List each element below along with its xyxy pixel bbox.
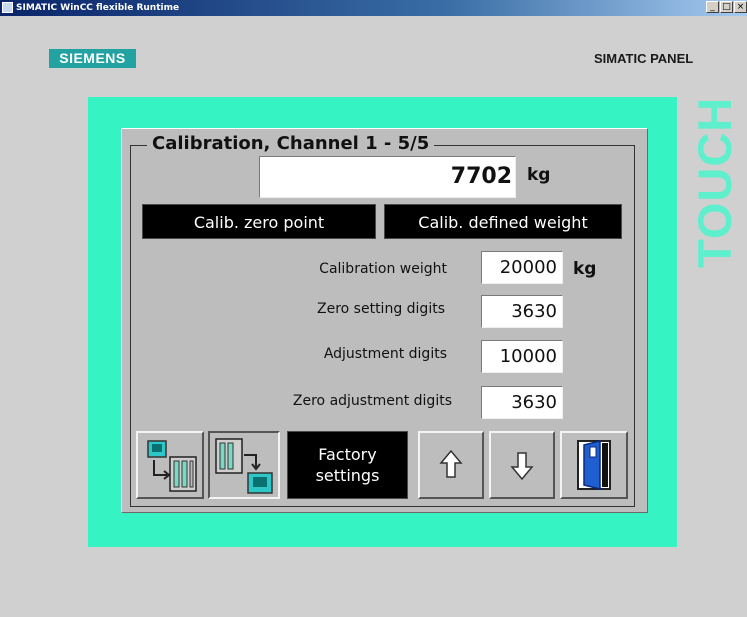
window-controls: _ □ ×	[705, 1, 747, 15]
upload-from-device-icon	[215, 438, 273, 494]
upload-from-device-button[interactable]	[208, 431, 280, 499]
calib-zero-point-button[interactable]: Calib. zero point	[142, 204, 376, 239]
maximize-button[interactable]: □	[720, 1, 733, 13]
group-border-right	[634, 145, 635, 507]
panel-label: SIMATIC PANEL	[594, 51, 694, 66]
download-to-device-icon	[147, 440, 197, 492]
exit-button[interactable]	[560, 431, 628, 499]
minimize-button[interactable]: _	[706, 1, 719, 13]
calibration-weight-field[interactable]: 20000	[481, 251, 563, 284]
window-title: SIMATIC WinCC flexible Runtime	[16, 3, 180, 13]
scroll-up-button[interactable]	[418, 431, 484, 499]
zero-adjustment-digits-field: 3630	[481, 386, 563, 419]
adjustment-digits-label: Adjustment digits	[323, 346, 447, 362]
zero-setting-digits-field: 3630	[481, 295, 563, 328]
exit-door-icon	[577, 440, 611, 490]
group-border-bottom	[130, 506, 635, 507]
factory-settings-button[interactable]: Factory settings	[287, 431, 408, 499]
touch-label: TOUCH	[688, 96, 741, 268]
arrow-down-icon	[510, 452, 534, 481]
calibration-weight-label: Calibration weight	[319, 261, 447, 277]
download-to-device-button[interactable]	[136, 431, 204, 499]
close-button[interactable]: ×	[734, 1, 747, 13]
arrow-up-icon	[439, 449, 463, 478]
current-weight-unit: kg	[527, 165, 551, 185]
siemens-logo: SIEMENS	[49, 49, 136, 68]
zero-setting-digits-label: Zero setting digits	[317, 301, 445, 317]
factory-settings-label-line2: settings	[315, 466, 380, 485]
group-title: Calibration, Channel 1 - 5/5	[147, 132, 435, 156]
calibration-weight-unit: kg	[573, 259, 597, 279]
group-border-left	[130, 145, 131, 507]
calib-defined-weight-button[interactable]: Calib. defined weight	[384, 204, 622, 239]
title-bar: SIMATIC WinCC flexible Runtime _ □ ×	[0, 0, 747, 16]
adjustment-digits-field: 10000	[481, 340, 563, 373]
factory-settings-label-line1: Factory	[318, 445, 377, 464]
current-weight-display: 7702	[259, 156, 516, 198]
scroll-down-button[interactable]	[489, 431, 555, 499]
zero-adjustment-digits-label: Zero adjustment digits	[292, 393, 452, 409]
hmi-window: SIMATIC WinCC flexible Runtime _ □ × SIE…	[0, 0, 747, 617]
app-icon	[2, 2, 13, 13]
